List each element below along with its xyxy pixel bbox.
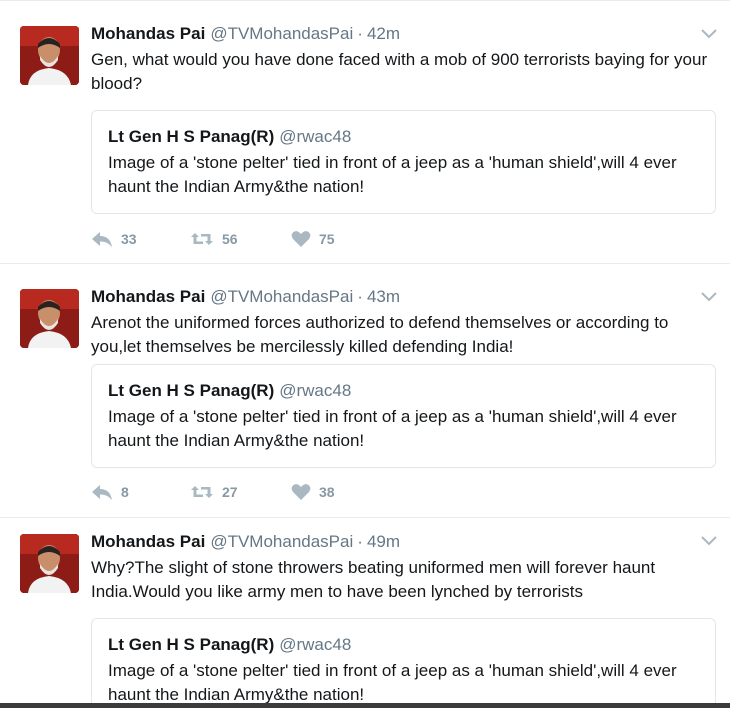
- avatar-image: [20, 289, 79, 348]
- retweet-icon: [191, 486, 213, 498]
- tweet-text: Arenot the uniformed forces authorized t…: [91, 313, 669, 356]
- chevron-down-icon[interactable]: [699, 533, 719, 549]
- reply-count: 8: [121, 484, 129, 500]
- reply-count: 33: [121, 231, 137, 247]
- tweet-header: Mohandas Pai @TVMohandasPai · 43m: [91, 286, 400, 308]
- timestamp[interactable]: 49m: [367, 532, 400, 551]
- quoted-text: Image of a 'stone pelter' tied in front …: [108, 153, 677, 196]
- author-handle[interactable]: @TVMohandasPai: [210, 287, 353, 306]
- separator: ·: [357, 532, 363, 551]
- quoted-header: Lt Gen H S Panag(R) @rwac48: [108, 126, 351, 148]
- retweet-button[interactable]: 27: [190, 481, 238, 503]
- reply-icon: [92, 232, 112, 247]
- retweet-icon: [191, 233, 213, 245]
- bottom-edge: [0, 703, 730, 708]
- author-name[interactable]: Mohandas Pai: [91, 287, 205, 306]
- quoted-text: Image of a 'stone pelter' tied in front …: [108, 661, 677, 704]
- quoted-header: Lt Gen H S Panag(R) @rwac48: [108, 634, 351, 656]
- tweet[interactable]: Mohandas Pai @TVMohandasPai · 43m Arenot th…: [0, 264, 730, 518]
- retweet-count: 27: [222, 484, 238, 500]
- quoted-text: Image of a 'stone pelter' tied in front …: [108, 407, 677, 450]
- author-name[interactable]: Mohandas Pai: [91, 24, 205, 43]
- reply-icon: [92, 485, 112, 500]
- separator: ·: [357, 24, 363, 43]
- heart-icon: [291, 484, 311, 500]
- avatar[interactable]: [20, 289, 79, 348]
- avatar[interactable]: [20, 534, 79, 593]
- chevron-down-icon[interactable]: [699, 26, 719, 42]
- like-button[interactable]: 38: [291, 481, 335, 503]
- quoted-author-handle: @rwac48: [279, 635, 352, 654]
- quoted-tweet[interactable]: Lt Gen H S Panag(R) @rwac48 Image of a 's…: [91, 618, 716, 708]
- quoted-author-handle: @rwac48: [279, 127, 352, 146]
- avatar-image: [20, 534, 79, 593]
- tweet-text: Why?The slight of stone throwers beating…: [91, 558, 656, 601]
- reply-button[interactable]: 33: [91, 228, 137, 250]
- retweet-count: 56: [222, 231, 238, 247]
- quoted-tweet[interactable]: Lt Gen H S Panag(R) @rwac48 Image of a 's…: [91, 364, 716, 468]
- reply-button[interactable]: 8: [91, 481, 129, 503]
- quoted-author-name: Lt Gen H S Panag(R): [108, 381, 275, 400]
- author-handle[interactable]: @TVMohandasPai: [210, 24, 353, 43]
- timestamp[interactable]: 43m: [367, 287, 400, 306]
- tweet-header: Mohandas Pai @TVMohandasPai · 49m: [91, 531, 400, 553]
- quoted-tweet[interactable]: Lt Gen H S Panag(R) @rwac48 Image of a 's…: [91, 110, 716, 214]
- avatar[interactable]: [20, 26, 79, 85]
- author-handle[interactable]: @TVMohandasPai: [210, 532, 353, 551]
- quoted-author-handle: @rwac48: [279, 381, 352, 400]
- tweet-text: Gen, what would you have done faced with…: [91, 50, 708, 93]
- chevron-down-icon[interactable]: [699, 289, 719, 305]
- avatar-image: [20, 26, 79, 85]
- tweet[interactable]: Mohandas Pai @TVMohandasPai · 49m Why?The s…: [0, 518, 730, 708]
- separator: ·: [357, 287, 363, 306]
- timestamp[interactable]: 42m: [367, 24, 400, 43]
- tweet-header: Mohandas Pai @TVMohandasPai · 42m: [91, 23, 400, 45]
- like-button[interactable]: 75: [291, 228, 335, 250]
- quoted-author-name: Lt Gen H S Panag(R): [108, 635, 275, 654]
- quoted-header: Lt Gen H S Panag(R) @rwac48: [108, 380, 351, 402]
- tweet[interactable]: Mohandas Pai @TVMohandasPai · 42m Gen, what…: [0, 1, 730, 264]
- heart-icon: [291, 231, 311, 247]
- retweet-button[interactable]: 56: [190, 228, 238, 250]
- quoted-author-name: Lt Gen H S Panag(R): [108, 127, 275, 146]
- author-name[interactable]: Mohandas Pai: [91, 532, 205, 551]
- like-count: 75: [319, 231, 335, 247]
- like-count: 38: [319, 484, 335, 500]
